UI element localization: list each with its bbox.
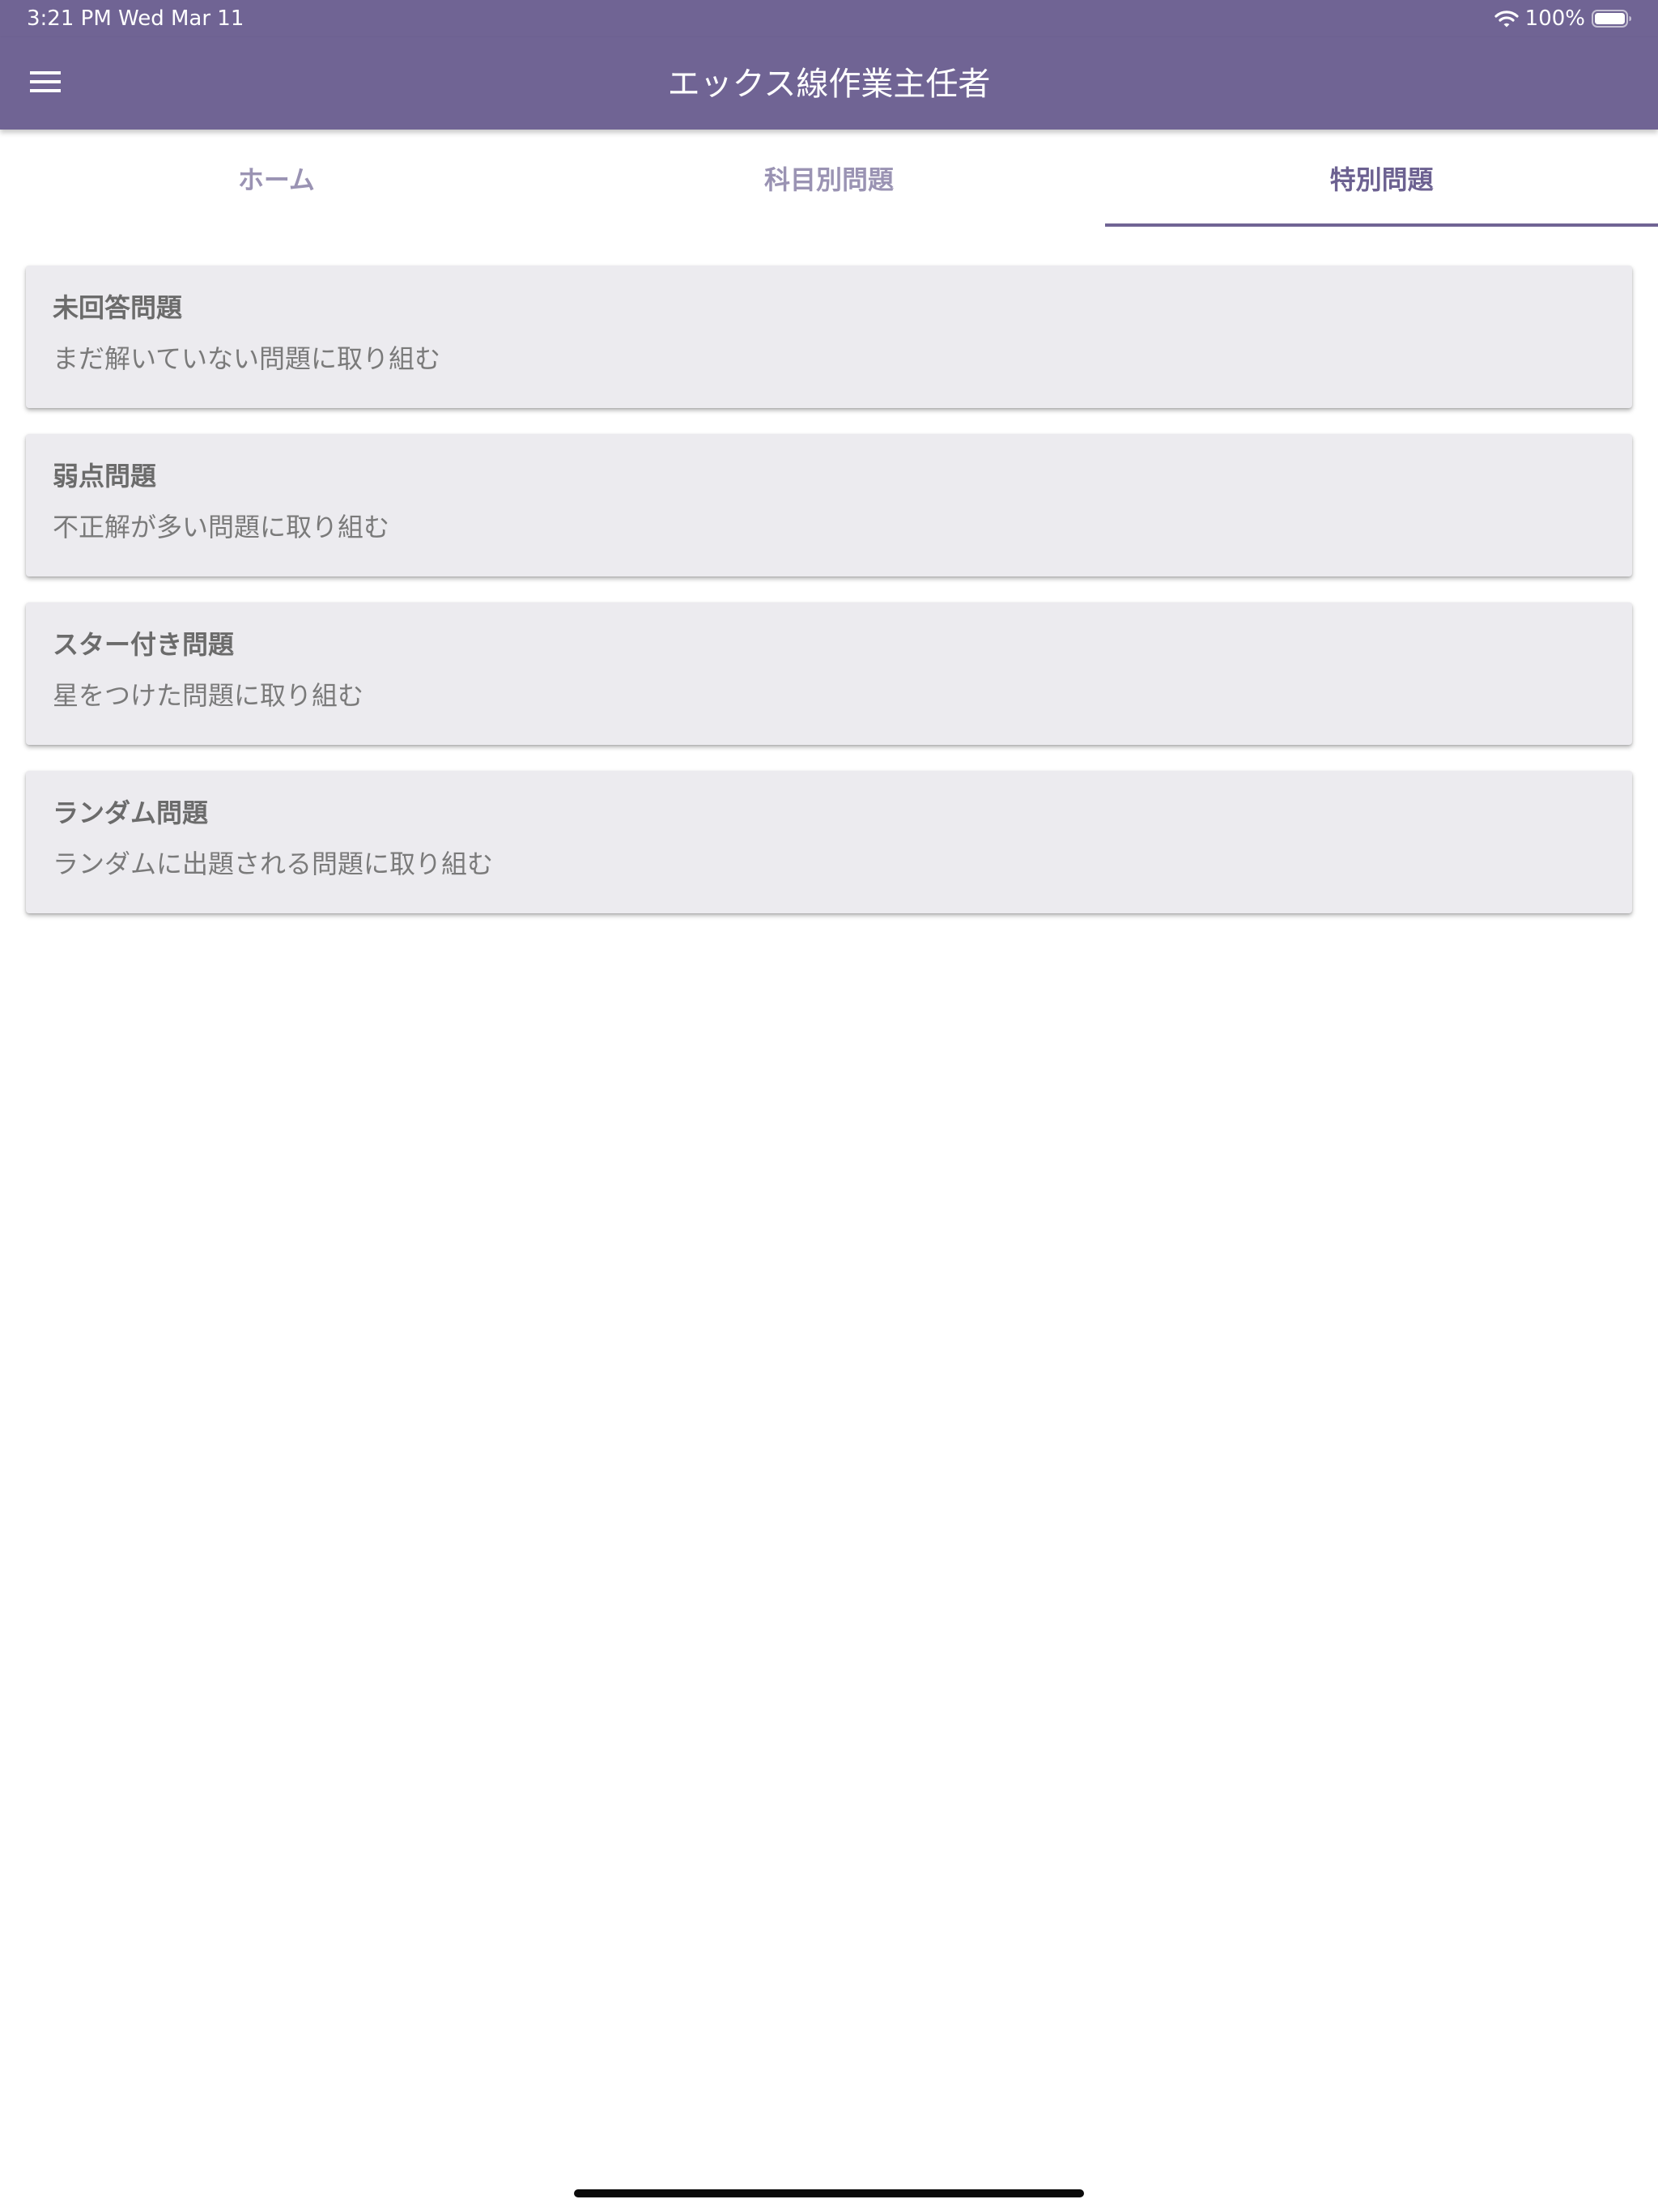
card-subtitle: 星をつけた問題に取り組む <box>53 680 364 711</box>
page-title: エックス線作業主任者 <box>667 66 991 103</box>
special-question-list: 未回答問題 まだ解いていない問題に取り組む 弱点問題 不正解が多い問題に取り組む… <box>26 266 1632 939</box>
card-subtitle: まだ解いていない問題に取り組む <box>53 343 441 374</box>
status-time-date: 3:21 PM Wed Mar 11 <box>27 6 244 31</box>
tab-subject-questions[interactable]: 科目別問題 <box>553 130 1106 227</box>
card-title: スター付き問題 <box>53 629 235 660</box>
tab-special-questions[interactable]: 特別問題 <box>1105 130 1658 227</box>
card-random-questions[interactable]: ランダム問題 ランダムに出題される問題に取り組む <box>26 771 1632 913</box>
battery-icon <box>1592 9 1632 28</box>
home-indicator[interactable] <box>574 2189 1084 2197</box>
card-unanswered-questions[interactable]: 未回答問題 まだ解いていない問題に取り組む <box>26 266 1632 408</box>
status-bar: 3:21 PM Wed Mar 11 100% <box>0 0 1658 37</box>
card-starred-questions[interactable]: スター付き問題 星をつけた問題に取り組む <box>26 602 1632 745</box>
card-title: 弱点問題 <box>53 461 157 491</box>
card-title: ランダム問題 <box>53 798 209 828</box>
card-subtitle: 不正解が多い問題に取り組む <box>53 512 390 542</box>
status-indicators: 100% <box>1494 6 1632 32</box>
card-title: 未回答問題 <box>53 292 183 323</box>
card-weak-questions[interactable]: 弱点問題 不正解が多い問題に取り組む <box>26 434 1632 576</box>
tab-home[interactable]: ホーム <box>0 130 553 227</box>
battery-percent: 100% <box>1524 6 1585 31</box>
tab-bar: ホーム 科目別問題 特別問題 <box>0 130 1658 227</box>
card-subtitle: ランダムに出題される問題に取り組む <box>53 849 494 879</box>
wifi-icon <box>1494 9 1519 28</box>
app-bar: エックス線作業主任者 <box>0 37 1658 130</box>
